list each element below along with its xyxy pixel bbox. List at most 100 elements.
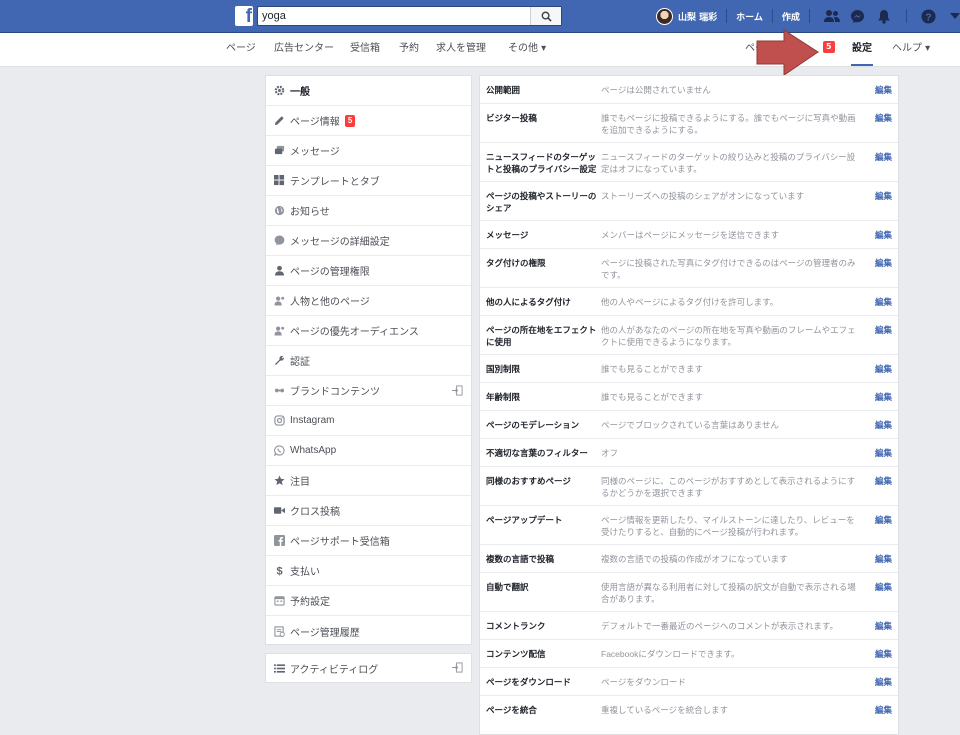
sidebar-item-page-info[interactable]: ページ情報 5 (266, 106, 471, 136)
edit-link[interactable]: 編集 (875, 704, 892, 716)
settings-row-auto-translate: 自動で翻訳 使用言語が異なる利用者に対して投稿の訳文が自動で表示される場合があり… (480, 573, 898, 612)
settings-row-messages: メッセージ メンバーはページにメッセージを送信できます 編集 (480, 221, 898, 249)
edit-link[interactable]: 編集 (875, 363, 892, 375)
messenger-icon[interactable] (850, 8, 866, 24)
settings-row-profanity-filter: 不適切な言葉のフィルター オフ 編集 (480, 439, 898, 467)
facebook-logo-icon[interactable]: f (235, 6, 253, 27)
sidebar-item-people-other-pages[interactable]: 人物と他のページ (266, 286, 471, 316)
nav-item-appointments[interactable]: 予約 (399, 33, 419, 66)
sidebar-badge: 5 (344, 114, 356, 127)
divider (808, 9, 810, 23)
gear-icon (274, 85, 285, 96)
nav-item-inbox[interactable]: 受信箱 (350, 33, 380, 66)
sidebar-item-crossposting[interactable]: クロス投稿 (266, 496, 471, 526)
search-input[interactable] (262, 7, 532, 25)
activity-log-panel: アクティビティログ (265, 653, 472, 683)
sidebar-item-messages[interactable]: メッセージ (266, 136, 471, 166)
sidebar-item-activity-log[interactable]: アクティビティログ (266, 654, 471, 682)
sidebar-item-featured[interactable]: 注目 (266, 466, 471, 496)
people-icon (274, 295, 285, 306)
sidebar-item-branded-content[interactable]: ブランドコンテンツ (266, 376, 471, 406)
settings-row-news-feed-audience: ニュースフィードのターゲットと投稿のプライバシー設定 ニュースフィードのターゲッ… (480, 143, 898, 182)
nav-item-manage-jobs[interactable]: 求人を管理 (436, 33, 486, 66)
edit-link[interactable]: 編集 (875, 475, 892, 487)
nav-item-help[interactable]: ヘルプ ▾ (892, 33, 930, 66)
profile-link[interactable]: 山梨 瑞彩 (678, 10, 717, 23)
account-menu-caret-icon[interactable] (947, 8, 960, 24)
sidebar-item-payments[interactable]: $ 支払い (266, 556, 471, 586)
tab-settings[interactable]: 設定 (851, 33, 873, 66)
edit-link[interactable]: 編集 (875, 229, 892, 241)
chat-icon (274, 145, 285, 156)
sidebar-item-general[interactable]: 一般 (266, 76, 471, 106)
edit-link[interactable]: 編集 (875, 447, 892, 459)
edit-link[interactable]: 編集 (875, 581, 892, 593)
settings-row-page-location-effects: ページの所在地をエフェクトに使用 他の人があなたのページの所在地を写真や動画のフ… (480, 316, 898, 355)
edit-link[interactable]: 編集 (875, 84, 892, 96)
sidebar-item-advanced-messaging[interactable]: メッセージの詳細設定 (266, 226, 471, 256)
settings-row-comment-ranking: コメントランク デフォルトで一番最近のページへのコメントが表示されます。 編集 (480, 612, 898, 640)
sidebar-item-verification[interactable]: 認証 (266, 346, 471, 376)
edit-link[interactable]: 編集 (875, 151, 892, 163)
settings-row-visibility: 公開範囲 ページは公開されていません 編集 (480, 76, 898, 104)
dollar-icon: $ (274, 565, 285, 576)
svg-text:?: ? (926, 12, 932, 23)
search-button[interactable] (530, 7, 561, 25)
settings-row-download-page: ページをダウンロード ページをダウンロード 編集 (480, 668, 898, 696)
edit-link[interactable]: 編集 (875, 391, 892, 403)
search-icon (541, 11, 552, 22)
nav-item-more[interactable]: その他 ▾ (508, 33, 546, 66)
help-icon[interactable]: ? (921, 8, 937, 24)
edit-link[interactable]: 編集 (875, 419, 892, 431)
sidebar-item-notifications[interactable]: お知らせ (266, 196, 471, 226)
globe-icon (274, 205, 285, 216)
settings-row-page-updates: ページアップデート ページ情報を更新したり、マイルストーンに達したり、レビューを… (480, 506, 898, 545)
history-icon (274, 625, 285, 637)
divider (905, 9, 907, 23)
instagram-icon (274, 415, 285, 426)
settings-row-tagging-ability: タグ付けの権限 ページに投稿された写真にタグ付けできるのはページの管理者のみです… (480, 249, 898, 288)
sidebar-item-instagram[interactable]: Instagram (266, 406, 471, 436)
settings-row-post-story-sharing: ページの投稿やストーリーのシェア ストーリーズへの投稿のシェアがオンになっていま… (480, 182, 898, 221)
edit-link[interactable]: 編集 (875, 296, 892, 308)
friend-requests-icon[interactable] (823, 8, 840, 24)
video-icon (274, 505, 285, 516)
whatsapp-icon (274, 445, 285, 456)
notification-badge[interactable]: 5 (823, 41, 835, 53)
sidebar-item-whatsapp[interactable]: WhatsApp (266, 436, 471, 466)
edit-link[interactable]: 編集 (875, 112, 892, 124)
calendar-icon (274, 595, 285, 606)
edit-link[interactable]: 編集 (875, 514, 892, 526)
svg-text:$: $ (276, 566, 282, 576)
search-box[interactable] (257, 6, 562, 26)
sidebar-item-page-roles[interactable]: ページの管理権限 (266, 256, 471, 286)
person-icon (274, 265, 285, 276)
sidebar-item-appointment-settings[interactable]: 予約設定 (266, 586, 471, 616)
settings-row-content-distribution: コンテンツ配信 Facebookにダウンロードできます。 編集 (480, 640, 898, 668)
people-icon (274, 325, 285, 336)
sidebar-item-templates-tabs[interactable]: テンプレートとタブ (266, 166, 471, 196)
settings-row-age-restrictions: 年齢制限 誰でも見ることができます 編集 (480, 383, 898, 411)
avatar[interactable] (656, 7, 673, 25)
settings-sidebar: 一般 ページ情報 5 メッセージ テンプレートとタブ お知らせ メッセージの詳細… (265, 75, 472, 645)
edit-link[interactable]: 編集 (875, 553, 892, 565)
grid-icon (274, 175, 285, 186)
edit-link[interactable]: 編集 (875, 676, 892, 688)
external-link-icon (452, 662, 463, 676)
sidebar-item-page-management-history[interactable]: ページ管理履歴 (266, 616, 471, 646)
notifications-bell-icon[interactable] (876, 8, 892, 24)
edit-link[interactable]: 編集 (875, 620, 892, 632)
edit-link[interactable]: 編集 (875, 190, 892, 202)
nav-item-page[interactable]: ページ (226, 33, 256, 66)
create-link[interactable]: 作成 (782, 10, 800, 23)
edit-link[interactable]: 編集 (875, 257, 892, 269)
edit-link[interactable]: 編集 (875, 324, 892, 336)
settings-table: 公開範囲 ページは公開されていません 編集 ビジター投稿 誰でもページに投稿でき… (479, 75, 899, 735)
pencil-icon (274, 115, 285, 126)
home-link[interactable]: ホーム (736, 10, 763, 23)
sidebar-item-support-inbox[interactable]: ページサポート受信箱 (266, 526, 471, 556)
nav-item-ad-center[interactable]: 広告センター (274, 33, 334, 66)
list-icon (274, 663, 285, 674)
sidebar-item-preferred-audience[interactable]: ページの優先オーディエンス (266, 316, 471, 346)
edit-link[interactable]: 編集 (875, 648, 892, 660)
